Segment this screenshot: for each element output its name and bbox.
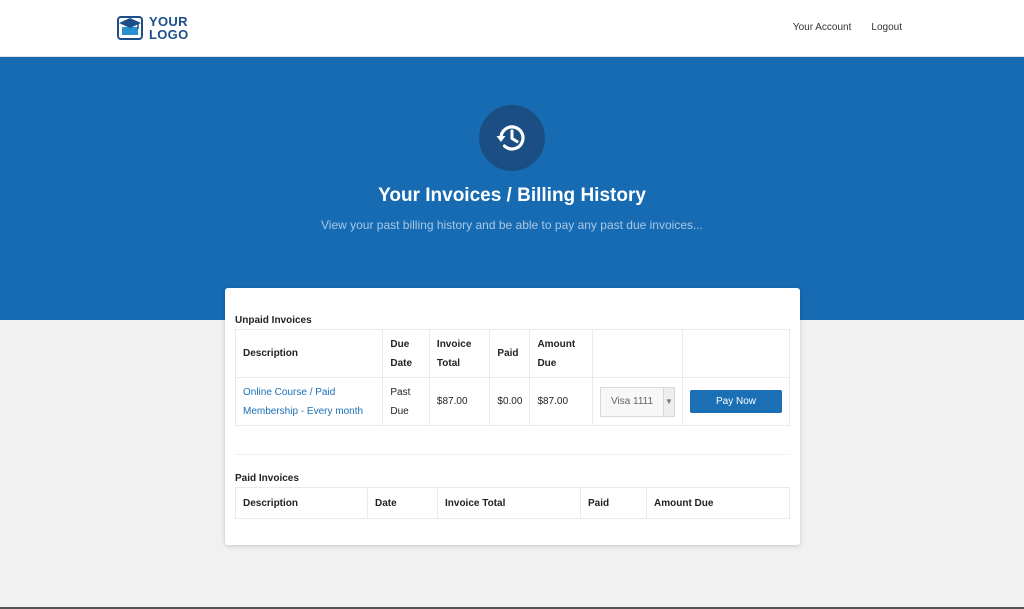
col-date: Date: [367, 487, 438, 519]
invoice-total: $87.00: [428, 377, 491, 426]
logout-link[interactable]: Logout: [871, 22, 902, 33]
invoice-due-date: Past Due: [382, 377, 430, 426]
col-action: [682, 329, 790, 378]
card-select-value: Visa 1111: [610, 396, 654, 407]
section-divider: [235, 454, 790, 455]
table-row: Online Course / Paid Membership - Every …: [234, 377, 790, 426]
table-header-row: Description Date Invoice Total Paid Amou…: [235, 487, 790, 519]
invoice-paid: $0.00: [489, 377, 531, 426]
unpaid-invoices-table: Description Due Date Invoice Total Paid …: [234, 329, 790, 426]
graduation-cap-icon: [117, 16, 143, 40]
invoices-card: Unpaid Invoices Description Due Date Inv…: [225, 288, 800, 545]
history-icon-circle: [479, 105, 545, 171]
unpaid-invoices-title: Unpaid Invoices: [235, 315, 312, 326]
logo[interactable]: YOUR LOGO: [116, 13, 188, 43]
table-header-row: Description Due Date Invoice Total Paid …: [234, 329, 790, 378]
col-invoice-total: Invoice Total: [428, 329, 491, 378]
col-amount-due: Amount Due: [646, 487, 790, 519]
nav-links: Your Account Logout: [793, 22, 902, 33]
invoice-description-cell: Online Course / Paid Membership - Every …: [234, 377, 384, 426]
your-account-link[interactable]: Your Account: [793, 22, 852, 33]
history-icon: [496, 125, 525, 151]
hero-banner: Your Invoices / Billing History View you…: [0, 57, 1024, 320]
col-paid: Paid: [580, 487, 647, 519]
top-navbar: YOUR LOGO Your Account Logout: [0, 0, 1024, 57]
invoice-amount-due: $87.00: [529, 377, 593, 426]
col-amount-due: Amount Due: [529, 329, 593, 378]
col-description: Description: [235, 487, 368, 519]
invoice-description-link[interactable]: Online Course / Paid Membership - Every …: [243, 387, 363, 417]
col-due-date: Due Date: [382, 329, 430, 378]
col-card: [591, 329, 684, 378]
page-subtitle: View your past billing history and be ab…: [320, 218, 703, 232]
card-select[interactable]: Visa 1111 ▼: [599, 386, 675, 417]
chevron-down-icon: ▼: [662, 387, 674, 416]
pay-now-button[interactable]: Pay Now: [690, 390, 782, 413]
col-paid: Paid: [489, 329, 531, 378]
paid-invoices-title: Paid Invoices: [235, 473, 299, 484]
page-title: Your Invoices / Billing History: [378, 185, 646, 206]
paid-invoices-table: Description Date Invoice Total Paid Amou…: [235, 487, 790, 519]
pay-now-cell: Pay Now: [682, 377, 790, 426]
card-select-cell: Visa 1111 ▼: [591, 377, 684, 426]
logo-line2: LOGO: [149, 27, 189, 42]
col-invoice-total: Invoice Total: [437, 487, 581, 519]
col-description: Description: [234, 329, 384, 378]
